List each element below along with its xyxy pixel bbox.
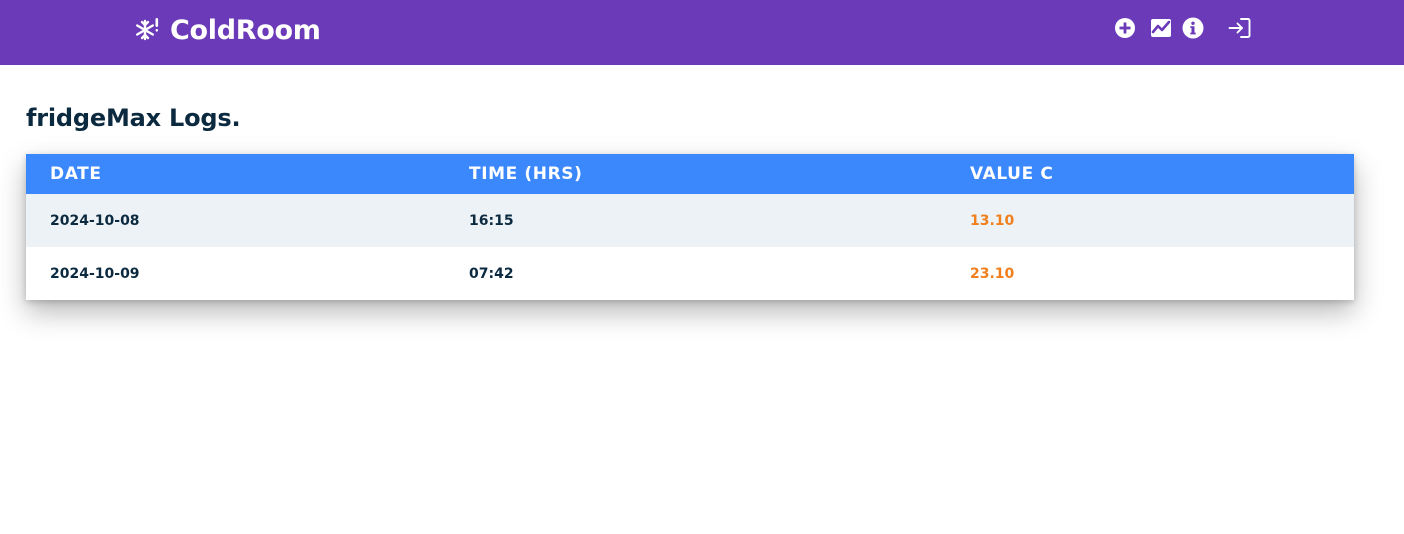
- chart-icon[interactable]: [1150, 17, 1172, 39]
- info-icon[interactable]: [1182, 17, 1204, 39]
- page-title: fridgeMax Logs.: [26, 104, 241, 132]
- table-header-row: DATE TIME (HRS) VALUE C: [26, 154, 1354, 194]
- logs-table: DATE TIME (HRS) VALUE C 2024-10-08 16:15…: [26, 154, 1354, 300]
- table-row[interactable]: 2024-10-08 16:15 13.10: [26, 194, 1354, 247]
- column-header-time[interactable]: TIME (HRS): [445, 154, 946, 194]
- cell-date: 2024-10-09: [50, 265, 140, 282]
- cell-time: 16:15: [469, 212, 514, 229]
- cell-time: 07:42: [469, 265, 514, 282]
- cell-value: 13.10: [970, 212, 1015, 229]
- column-header-date[interactable]: DATE: [26, 154, 445, 194]
- login-icon[interactable]: [1228, 16, 1252, 40]
- cell-value: 23.10: [970, 265, 1015, 282]
- top-navbar: ColdRoom: [0, 0, 1404, 65]
- column-header-value[interactable]: VALUE C: [946, 154, 1354, 194]
- brand-name: ColdRoom: [170, 14, 321, 46]
- snowflake-alert-icon: [134, 15, 170, 45]
- brand-link[interactable]: ColdRoom: [134, 10, 321, 50]
- add-circle-icon[interactable]: [1114, 17, 1136, 39]
- table-row[interactable]: 2024-10-09 07:42 23.10: [26, 247, 1354, 300]
- cell-date: 2024-10-08: [50, 212, 140, 229]
- logs-table-card: DATE TIME (HRS) VALUE C 2024-10-08 16:15…: [26, 154, 1354, 300]
